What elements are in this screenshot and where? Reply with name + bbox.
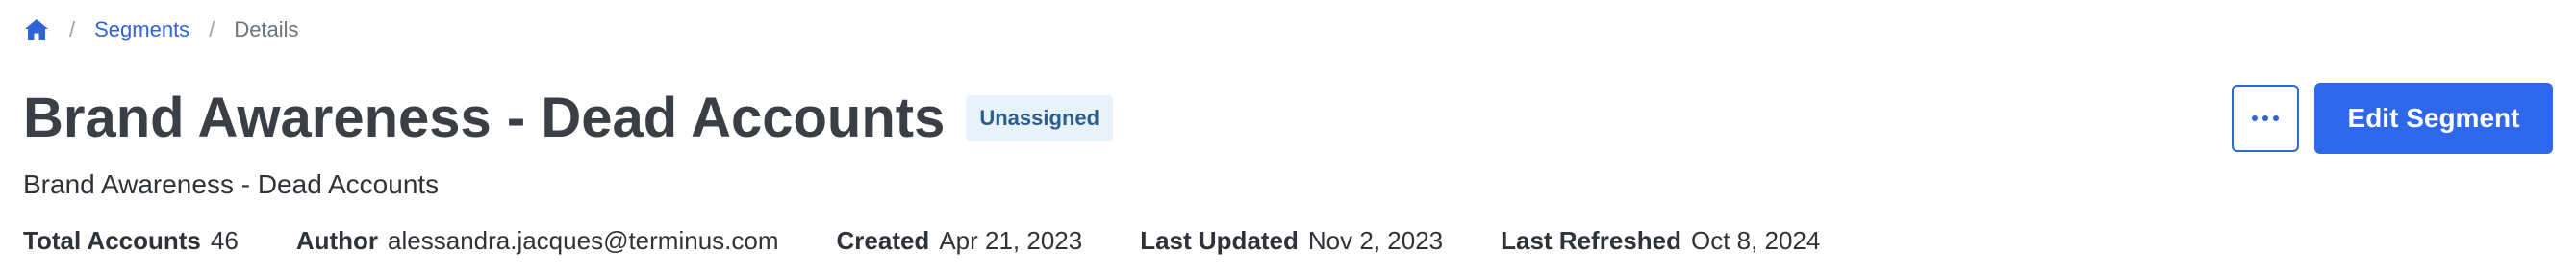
breadcrumb-current: Details bbox=[234, 17, 299, 41]
edit-segment-button[interactable]: Edit Segment bbox=[2314, 83, 2553, 154]
meta-label: Created bbox=[836, 226, 930, 255]
meta-total-accounts: Total Accounts 46 bbox=[23, 223, 239, 258]
meta-label: Author bbox=[295, 226, 379, 255]
meta-last-refreshed: Last Refreshed Oct 8, 2024 bbox=[1501, 223, 1820, 258]
page-title: Brand Awareness - Dead Accounts bbox=[23, 87, 946, 149]
meta-created: Created Apr 21, 2023 bbox=[837, 223, 1083, 258]
meta-value: Apr 21, 2023 bbox=[939, 226, 1083, 255]
meta-label: Last Refreshed bbox=[1501, 226, 1681, 255]
breadcrumb: / Segments / Details bbox=[23, 15, 299, 44]
segment-meta: Total Accounts 46 Author alessandra.jacq… bbox=[23, 223, 1820, 258]
meta-label: Total Accounts bbox=[23, 226, 201, 255]
meta-value: 46 bbox=[210, 226, 239, 255]
breadcrumb-link-segments[interactable]: Segments bbox=[94, 15, 189, 44]
meta-author: Author alessandra.jacques@terminus.com bbox=[296, 223, 779, 258]
status-badge: Unassigned bbox=[966, 95, 1114, 141]
title-row: Brand Awareness - Dead Accounts Unassign… bbox=[23, 83, 1114, 154]
segment-description: Brand Awareness - Dead Accounts bbox=[23, 169, 440, 199]
more-horizontal-icon bbox=[2252, 115, 2279, 121]
breadcrumb-separator: / bbox=[69, 17, 76, 41]
meta-label: Last Updated bbox=[1140, 226, 1299, 255]
header-actions: Edit Segment bbox=[2232, 83, 2553, 154]
meta-value: alessandra.jacques@terminus.com bbox=[388, 226, 779, 255]
more-actions-button[interactable] bbox=[2232, 85, 2299, 152]
breadcrumb-separator: / bbox=[209, 17, 215, 41]
home-icon[interactable] bbox=[23, 16, 50, 43]
meta-value: Oct 8, 2024 bbox=[1690, 226, 1821, 255]
meta-last-updated: Last Updated Nov 2, 2023 bbox=[1140, 223, 1443, 258]
meta-value: Nov 2, 2023 bbox=[1307, 226, 1444, 255]
